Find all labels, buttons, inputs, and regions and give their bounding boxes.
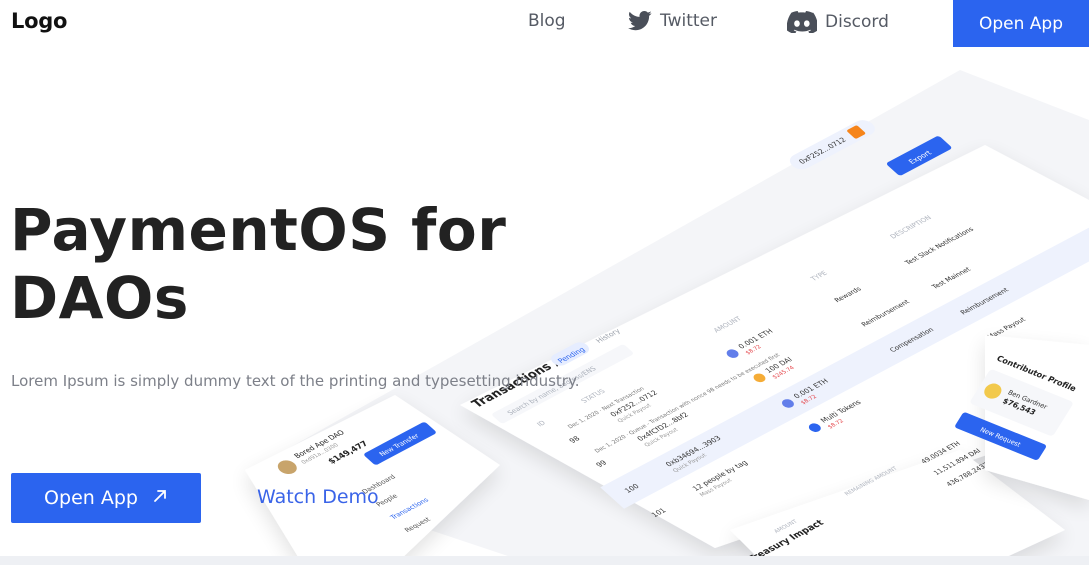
hero-title-line-1: PaymentOS for xyxy=(10,196,507,264)
hero-title-line-2: DAOs xyxy=(10,264,189,332)
hero-subtitle: Lorem Ipsum is simply dummy text of the … xyxy=(11,372,580,390)
svg-text:$8.72: $8.72 xyxy=(745,344,764,356)
svg-text:100: 100 xyxy=(622,482,641,495)
tab-pending: Pending xyxy=(556,345,588,364)
treasury-panel xyxy=(730,450,1065,560)
svg-text:$76,543: $76,543 xyxy=(1001,396,1037,416)
svg-text:Quick Payout: Quick Payout xyxy=(617,403,654,424)
nav-discord-label: Discord xyxy=(825,12,889,32)
svg-text:$8.72: $8.72 xyxy=(800,394,819,406)
bottom-divider xyxy=(0,556,1089,565)
nav-link-blog[interactable]: Blog xyxy=(528,11,566,31)
svg-text:0xF252...0712: 0xF252...0712 xyxy=(608,389,659,419)
open-app-hero-label: Open App xyxy=(44,487,138,509)
svg-text:12 people by tag: 12 people by tag xyxy=(690,458,749,492)
svg-text:ID: ID xyxy=(535,419,547,428)
watch-demo-link[interactable]: Watch Demo xyxy=(257,486,379,508)
nav-twitter-label: Twitter xyxy=(660,11,717,31)
svg-text:Rewards: Rewards xyxy=(833,285,864,304)
svg-text:$8.72: $8.72 xyxy=(827,418,846,430)
svg-text:Transactions: Transactions xyxy=(388,496,431,521)
twitter-icon xyxy=(628,11,652,31)
svg-text:0xb34694...3903: 0xb34694...3903 xyxy=(663,434,723,468)
open-app-hero-button[interactable]: Open App xyxy=(11,473,201,523)
svg-text:Test Slack Notifications: Test Slack Notifications xyxy=(902,225,975,266)
svg-text:Mass Payout: Mass Payout xyxy=(699,478,734,499)
svg-text:Compensation: Compensation xyxy=(888,326,936,354)
svg-text:Test Mainnet: Test Mainnet xyxy=(929,266,972,291)
svg-text:0x4fCfD2...8bf2: 0x4fCfD2...8bf2 xyxy=(635,411,691,443)
svg-text:AMOUNT: AMOUNT xyxy=(712,315,744,334)
hero-title: PaymentOS for DAOs xyxy=(10,196,530,332)
transactions-panel xyxy=(460,145,1089,548)
svg-text:Request: Request xyxy=(403,516,433,534)
svg-text:101: 101 xyxy=(649,506,668,518)
svg-text:Contributor Profile: Contributor Profile xyxy=(995,354,1078,393)
logo[interactable]: Logo xyxy=(11,9,67,33)
svg-text:Dec 1, 2020 · Next Transaction: Dec 1, 2020 · Next Transaction xyxy=(567,386,646,430)
svg-text:AMOUNT: AMOUNT xyxy=(773,519,799,535)
discord-icon xyxy=(787,11,817,33)
svg-text:Reimbursement: Reimbursement xyxy=(959,286,1011,316)
nav-blog-label: Blog xyxy=(528,11,566,31)
nav-link-twitter[interactable]: Twitter xyxy=(628,11,717,31)
svg-text:99: 99 xyxy=(594,458,609,469)
svg-text:Dec 1, 2020 · Queue - Transact: Dec 1, 2020 · Queue - Transaction with n… xyxy=(594,352,782,454)
svg-text:DESCRIPTION: DESCRIPTION xyxy=(888,214,933,240)
svg-text:New Transfer: New Transfer xyxy=(377,432,421,457)
svg-text:Bored Ape DAO: Bored Ape DAO xyxy=(292,428,347,460)
svg-text:0.001 ETH: 0.001 ETH xyxy=(791,377,830,400)
nav-link-discord[interactable]: Discord xyxy=(787,11,889,33)
svg-text:49.0034 ETH: 49.0034 ETH xyxy=(919,440,962,465)
svg-text:Reimbursement: Reimbursement xyxy=(860,298,912,328)
top-navbar: Logo Blog Twitter Discord Open App xyxy=(0,0,1089,47)
svg-text:$149,477: $149,477 xyxy=(325,439,370,466)
svg-text:436,788.2437 USDC: 436,788.2437 USDC xyxy=(945,451,1010,488)
svg-text:11,511.894 DAI: 11,511.894 DAI xyxy=(932,447,983,476)
svg-text:New Request: New Request xyxy=(978,426,1022,449)
svg-text:0xd91a...0300: 0xd91a...0300 xyxy=(301,443,341,466)
svg-text:$245.74: $245.74 xyxy=(772,365,797,380)
svg-text:Mass Payout: Mass Payout xyxy=(986,316,1028,341)
svg-text:0.001 ETH: 0.001 ETH xyxy=(736,327,775,350)
svg-text:STATUS: STATUS xyxy=(579,388,607,405)
contributor-panel xyxy=(985,335,1089,500)
svg-text:TYPE: TYPE xyxy=(808,270,829,283)
sidebar-panel xyxy=(245,395,500,560)
svg-text:98: 98 xyxy=(567,434,582,445)
svg-text:REMAINING AMOUNT: REMAINING AMOUNT xyxy=(844,466,900,497)
open-app-nav-button[interactable]: Open App xyxy=(953,0,1089,47)
tab-history: History xyxy=(593,326,622,344)
svg-text:Quick Payout: Quick Payout xyxy=(644,427,681,448)
svg-text:100 DAI: 100 DAI xyxy=(763,355,794,374)
svg-text:Multi Tokens: Multi Tokens xyxy=(818,398,863,424)
wallet-address: 0xF252...0712 xyxy=(797,136,848,166)
svg-text:Ben Gardner: Ben Gardner xyxy=(1006,389,1049,411)
arrow-up-right-icon xyxy=(152,487,168,509)
svg-text:Quick Payout: Quick Payout xyxy=(672,453,709,474)
export-button: Export xyxy=(906,149,933,166)
